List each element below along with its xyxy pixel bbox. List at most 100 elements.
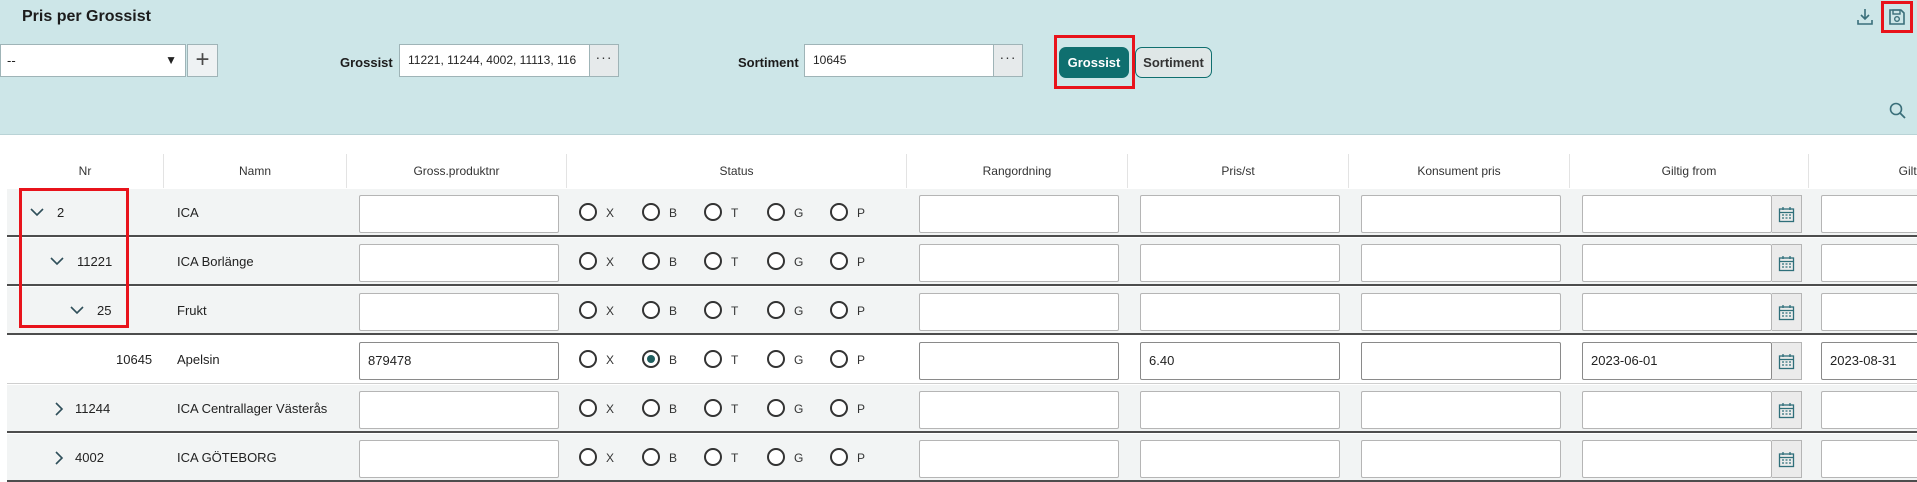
status-radio-p[interactable] [830, 448, 848, 466]
konsument-pris-input[interactable] [1361, 244, 1561, 282]
col-nr[interactable]: Nr [7, 154, 164, 188]
pris-input[interactable] [1140, 195, 1340, 233]
status-radio-b[interactable] [642, 399, 660, 417]
status-radio-p[interactable] [830, 252, 848, 270]
col-namn[interactable]: Namn [164, 154, 347, 188]
calendar-button[interactable] [1772, 391, 1802, 429]
status-radio-p[interactable] [830, 399, 848, 417]
status-radio-g[interactable] [767, 301, 785, 319]
status-radio-t[interactable] [704, 399, 722, 417]
rangordning-input[interactable] [919, 440, 1119, 478]
sortiment-field[interactable]: 10645 [804, 44, 994, 77]
calendar-button[interactable] [1772, 440, 1802, 478]
add-button[interactable]: + [187, 44, 218, 77]
giltig-tom-input[interactable] [1821, 244, 1917, 282]
status-radio-b[interactable] [642, 252, 660, 270]
calendar-button[interactable] [1772, 195, 1802, 233]
konsument-pris-input[interactable] [1361, 342, 1561, 380]
gross-produktnr-input[interactable] [359, 440, 559, 478]
table-row[interactable]: 11221 ICA Borlänge X B T G P [7, 238, 1917, 286]
grossist-browse-button[interactable]: ··· [589, 44, 619, 77]
giltig-from-input[interactable] [1582, 391, 1772, 429]
calendar-button[interactable] [1772, 244, 1802, 282]
chevron-right-icon[interactable] [53, 401, 65, 417]
sortiment-browse-button[interactable]: ··· [993, 44, 1023, 77]
pris-input[interactable] [1140, 440, 1340, 478]
status-radio-t[interactable] [704, 350, 722, 368]
gross-produktnr-input[interactable] [359, 244, 559, 282]
status-radio-x[interactable] [579, 252, 597, 270]
giltig-tom-input[interactable] [1821, 440, 1917, 478]
gross-produktnr-input[interactable] [359, 391, 559, 429]
col-status[interactable]: Status [567, 154, 907, 188]
giltig-tom-input[interactable] [1821, 293, 1917, 331]
pris-input[interactable]: 6.40 [1140, 342, 1340, 380]
pris-input[interactable] [1140, 391, 1340, 429]
status-radio-p[interactable] [830, 203, 848, 221]
status-radio-x[interactable] [579, 448, 597, 466]
status-radio-p[interactable] [830, 350, 848, 368]
konsument-pris-input[interactable] [1361, 293, 1561, 331]
status-radio-b[interactable] [642, 350, 660, 368]
konsument-pris-input[interactable] [1361, 440, 1561, 478]
rangordning-input[interactable] [919, 293, 1119, 331]
sortiment-button[interactable]: Sortiment [1135, 47, 1212, 78]
status-radio-g[interactable] [767, 252, 785, 270]
col-konsument-pris[interactable]: Konsument pris [1349, 154, 1570, 188]
giltig-tom-input[interactable] [1821, 195, 1917, 233]
status-radio-g[interactable] [767, 448, 785, 466]
status-radio-x[interactable] [579, 350, 597, 368]
status-radio-t[interactable] [704, 301, 722, 319]
status-radio-x[interactable] [579, 203, 597, 221]
col-gross-produktnr[interactable]: Gross.produktnr [347, 154, 567, 188]
status-radio-x[interactable] [579, 301, 597, 319]
table-row[interactable]: 2 ICA X B T G P [7, 189, 1917, 237]
rangordning-input[interactable] [919, 195, 1119, 233]
gross-produktnr-input[interactable] [359, 195, 559, 233]
col-pris[interactable]: Pris/st [1128, 154, 1349, 188]
chevron-right-icon[interactable] [53, 450, 65, 466]
grossist-button[interactable]: Grossist [1059, 47, 1129, 78]
table-row[interactable]: 25 Frukt X B T G P [7, 287, 1917, 335]
rangordning-input[interactable] [919, 391, 1119, 429]
selection-dropdown[interactable]: -- ▼ [0, 44, 186, 77]
status-radio-t[interactable] [704, 203, 722, 221]
calendar-button[interactable] [1772, 342, 1802, 380]
status-radio-x[interactable] [579, 399, 597, 417]
konsument-pris-input[interactable] [1361, 195, 1561, 233]
status-radio-g[interactable] [767, 399, 785, 417]
table-row[interactable]: 10645 Apelsin 879478 X B T G P 6.40 2023-06-01 20… [7, 336, 1917, 384]
col-giltig-tom[interactable]: Gilti [1809, 154, 1917, 188]
status-radio-label: X [606, 402, 615, 416]
giltig-from-input[interactable] [1582, 244, 1772, 282]
status-radio-b[interactable] [642, 448, 660, 466]
gross-produktnr-input[interactable]: 879478 [359, 342, 559, 380]
konsument-pris-input[interactable] [1361, 391, 1561, 429]
rangordning-input[interactable] [919, 342, 1119, 380]
giltig-from-input[interactable] [1582, 195, 1772, 233]
giltig-from-input[interactable] [1582, 293, 1772, 331]
giltig-tom-input[interactable]: 2023-08-31 [1821, 342, 1917, 380]
status-radio-t[interactable] [704, 252, 722, 270]
table-row[interactable]: 11244 ICA Centrallager Västerås X B T G P [7, 385, 1917, 433]
status-radio-t[interactable] [704, 448, 722, 466]
save-icon[interactable] [1887, 7, 1907, 27]
giltig-tom-input[interactable] [1821, 391, 1917, 429]
status-radio-b[interactable] [642, 203, 660, 221]
pris-input[interactable] [1140, 293, 1340, 331]
giltig-from-input[interactable]: 2023-06-01 [1582, 342, 1772, 380]
status-radio-b[interactable] [642, 301, 660, 319]
status-radio-g[interactable] [767, 350, 785, 368]
download-icon[interactable] [1855, 7, 1875, 27]
status-radio-p[interactable] [830, 301, 848, 319]
col-giltig-from[interactable]: Giltig from [1570, 154, 1809, 188]
calendar-button[interactable] [1772, 293, 1802, 331]
gross-produktnr-input[interactable] [359, 293, 559, 331]
col-rangordning[interactable]: Rangordning [907, 154, 1128, 188]
giltig-from-input[interactable] [1582, 440, 1772, 478]
grossist-field[interactable]: 11221, 11244, 4002, 11113, 116 [399, 44, 590, 77]
search-icon[interactable] [1888, 101, 1908, 121]
pris-input[interactable] [1140, 244, 1340, 282]
status-radio-g[interactable] [767, 203, 785, 221]
rangordning-input[interactable] [919, 244, 1119, 282]
